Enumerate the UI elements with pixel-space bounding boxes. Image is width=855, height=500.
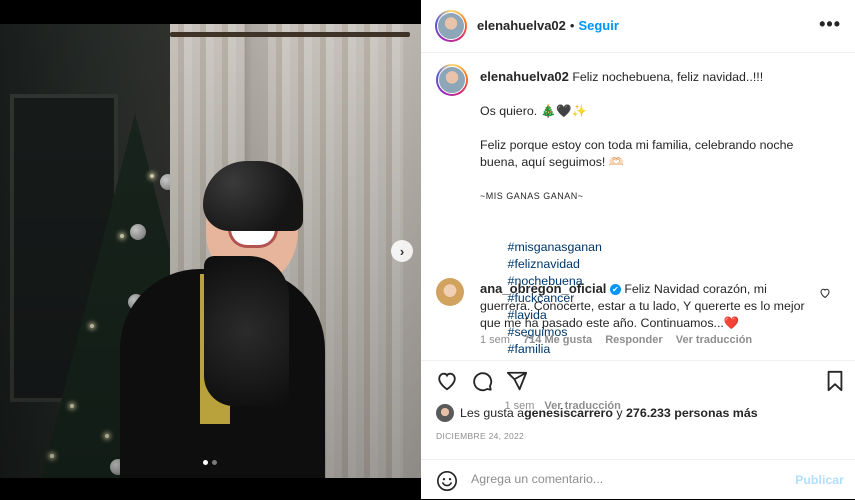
post-date[interactable]: DICIEMBRE 24, 2022 xyxy=(436,431,524,441)
liker-avatar[interactable] xyxy=(436,404,454,422)
caption-line: Feliz porque estoy con toda mi familia, … xyxy=(480,138,797,169)
commenter-username[interactable]: ana_obregon_oficial xyxy=(480,281,606,296)
caption-line-text: Feliz nochebuena, feliz navidad..!!! xyxy=(572,70,764,84)
bookmark-icon[interactable] xyxy=(823,369,847,393)
likes-count-link[interactable]: 276.233 personas más xyxy=(626,406,758,420)
post-detail-panel: elenahuelva02 • Seguir ••• elenahuelva02 F… xyxy=(421,0,855,499)
follow-button[interactable]: Seguir xyxy=(578,18,618,33)
comment-icon[interactable] xyxy=(470,369,494,393)
action-bar xyxy=(421,360,855,399)
comment-reply-button[interactable]: Responder xyxy=(605,334,662,346)
verified-icon: ✔ xyxy=(609,284,621,296)
post-header: elenahuelva02 • Seguir ••• xyxy=(421,0,855,53)
header-user-row: elenahuelva02 • Seguir xyxy=(477,18,619,33)
photo-hat xyxy=(203,161,303,231)
caption-username[interactable]: elenahuelva02 xyxy=(480,69,569,84)
post-photo[interactable] xyxy=(0,24,421,478)
liker-username[interactable]: genesiscarrero xyxy=(524,406,613,420)
caption-line: Os quiero. 🎄🖤✨ xyxy=(480,104,587,118)
caption-line xyxy=(480,171,820,188)
comment-like-icon[interactable] xyxy=(819,287,831,302)
carousel-dot xyxy=(212,460,217,465)
caption-line xyxy=(480,205,820,222)
author-avatar[interactable] xyxy=(435,10,467,42)
caption-avatar[interactable] xyxy=(436,64,468,96)
hashtag-link[interactable]: #misganasganan xyxy=(508,240,602,254)
carousel-next-button[interactable]: › xyxy=(391,240,413,262)
publish-button[interactable]: Publicar xyxy=(795,473,844,487)
comment-translate-link[interactable]: Ver traducción xyxy=(676,334,752,346)
comment-likes-count[interactable]: 714 Me gusta xyxy=(523,334,592,346)
more-icon[interactable]: ••• xyxy=(819,14,841,35)
caption-line xyxy=(480,120,820,137)
caption-line-1: elenahuelva02 Feliz nochebuena, feliz na… xyxy=(480,68,820,86)
header-username[interactable]: elenahuelva02 xyxy=(477,18,566,33)
caption-line-motto: ~MIS GANAS GANAN~ xyxy=(480,191,584,201)
likes-summary: Les gusta a genesiscarrero y 276.233 per… xyxy=(436,404,758,422)
likes-prefix: Les gusta a xyxy=(460,406,525,420)
caption-line xyxy=(480,86,820,103)
likes-middle: y xyxy=(612,406,627,420)
hashtag-link[interactable]: #feliznavidad xyxy=(508,257,580,271)
header-dot-separator: • xyxy=(569,18,575,33)
comment-time[interactable]: 1 sem xyxy=(480,334,510,346)
commenter-avatar[interactable] xyxy=(436,278,464,306)
next-arrow-icon: › xyxy=(399,243,405,259)
comment-input[interactable] xyxy=(471,472,771,486)
emoji-icon[interactable] xyxy=(436,470,458,492)
comment-text: ana_obregon_oficial ✔ Feliz Navidad cora… xyxy=(480,280,810,332)
carousel-dot-active xyxy=(203,460,208,465)
carousel-indicator xyxy=(203,460,217,465)
photo-scarf xyxy=(204,256,289,406)
share-icon[interactable] xyxy=(505,369,529,393)
heart-icon[interactable] xyxy=(435,369,459,393)
comment-composer: Publicar xyxy=(421,459,855,500)
comment-meta: 1 sem 714 Me gusta Responder Ver traducc… xyxy=(480,334,762,346)
